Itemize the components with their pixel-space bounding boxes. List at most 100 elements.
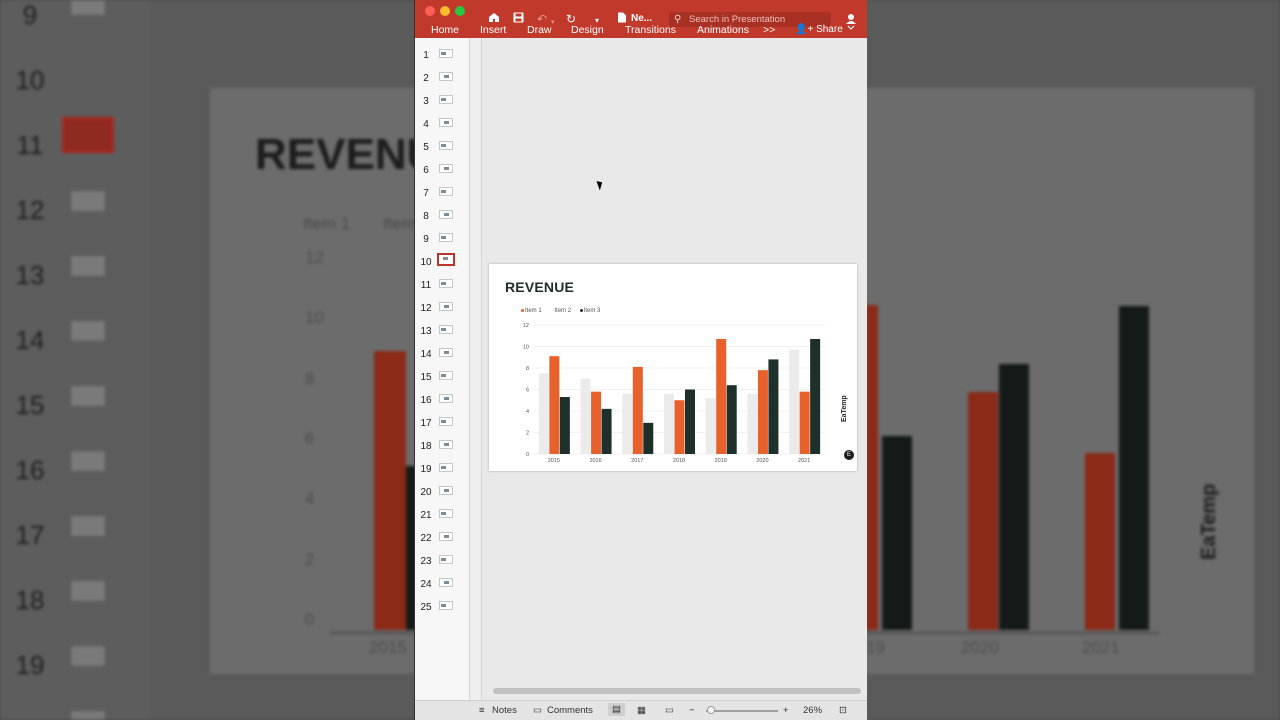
slide-thumbnail[interactable]: 25 [415, 596, 470, 619]
close-window-button[interactable] [425, 6, 435, 16]
slide-thumbnail[interactable]: 15 [415, 366, 470, 389]
notes-icon[interactable]: ≡ [479, 705, 485, 716]
slide-thumbnail[interactable]: 23 [415, 550, 470, 573]
normal-view-icon[interactable]: ▤ [608, 703, 625, 716]
tab-insert[interactable]: Insert [480, 24, 506, 36]
bar-item-3-2020[interactable] [768, 359, 779, 454]
revenue-bar-chart[interactable]: 0 2 4 6 8 10 12 2015 2016 2017 2018 2019 2020 2021 [489, 264, 857, 471]
slide-thumbnail-image[interactable] [439, 371, 453, 380]
tab-design[interactable]: Design [571, 24, 604, 36]
slide-thumbnail-image[interactable] [439, 394, 453, 403]
collaborate-icon[interactable] [845, 13, 857, 33]
slide-thumbnail-image[interactable] [439, 95, 453, 104]
tab-home[interactable]: Home [431, 24, 459, 36]
bar-item-1-2021[interactable] [789, 349, 800, 454]
slide-thumbnail-image[interactable] [439, 72, 453, 81]
comments-button[interactable]: Comments [547, 705, 593, 716]
slide-thumbnail-pane[interactable]: 1 2 3 4 5 6 7 8 9 10 11 12 13 14 15 16 17 18 19 20 21 22 23 24 2… [415, 38, 470, 700]
slide-thumbnail-image[interactable] [439, 578, 453, 587]
slide-thumbnail-image[interactable] [439, 49, 453, 58]
slide-thumbnail[interactable]: 6 [415, 159, 470, 182]
tab-draw[interactable]: Draw [527, 24, 552, 36]
slide-thumbnail[interactable]: 14 [415, 343, 470, 366]
slide-thumbnail-image[interactable] [439, 348, 453, 357]
more-tabs-button[interactable]: >> [763, 24, 775, 36]
current-slide[interactable]: REVENUE Item 1 Item 2 Item 3 0 2 4 6 8 10 12 20… [489, 264, 857, 471]
slide-thumbnail[interactable]: 5 [415, 136, 470, 159]
slide-thumbnail[interactable]: 18 [415, 435, 470, 458]
bar-item-1-2018[interactable] [664, 393, 674, 454]
slide-thumbnail-image[interactable] [439, 118, 453, 127]
slide-thumbnail[interactable]: 9 [415, 228, 470, 251]
bar-item-3-2018[interactable] [685, 389, 695, 455]
bar-item-2-2015[interactable] [549, 356, 560, 454]
fit-to-window-icon[interactable]: ⊡ [839, 705, 847, 716]
slide-thumbnail[interactable]: 1 [415, 44, 470, 67]
slide-thumbnail-image[interactable] [439, 532, 453, 541]
slide-thumbnail[interactable]: 2 [415, 67, 470, 90]
comments-icon[interactable]: ▭ [533, 705, 542, 716]
tab-animations[interactable]: Animations [697, 24, 749, 36]
slide-thumbnail[interactable]: 7 [415, 182, 470, 205]
tab-transitions[interactable]: Transitions [625, 24, 676, 36]
slide-thumbnail[interactable]: 17 [415, 412, 470, 435]
slide-thumbnail-image[interactable] [439, 233, 453, 242]
notes-button[interactable]: Notes [492, 705, 517, 716]
bar-item-2-2017[interactable] [632, 366, 643, 454]
bar-item-1-2015[interactable] [538, 373, 549, 454]
slide-thumbnail[interactable]: 11 [415, 274, 470, 297]
slide-thumbnail[interactable]: 21 [415, 504, 470, 527]
bar-item-1-2016[interactable] [580, 378, 591, 454]
slide-thumbnail-image[interactable] [439, 279, 453, 288]
bar-item-2-2016[interactable] [591, 391, 602, 454]
slide-thumbnail[interactable]: 22 [415, 527, 470, 550]
slide-thumbnail[interactable]: 3 [415, 90, 470, 113]
presenter-view-icon[interactable]: ▭ [665, 705, 674, 716]
slide-thumbnail-image[interactable] [439, 187, 453, 196]
slide-thumbnail-image[interactable] [439, 417, 453, 426]
bar-item-2-2020[interactable] [757, 370, 768, 454]
bar-item-3-2015[interactable] [559, 397, 570, 454]
slide-sorter-icon[interactable]: ▦ [637, 705, 646, 716]
bar-item-2-2018[interactable] [674, 400, 685, 454]
slide-thumbnail-image[interactable] [439, 555, 453, 564]
bar-item-3-2019[interactable] [726, 385, 737, 454]
slide-thumbnail-image[interactable] [439, 509, 453, 518]
bar-item-3-2016[interactable] [601, 408, 612, 454]
bar-item-1-2020[interactable] [747, 393, 758, 454]
zoom-out-button[interactable]: − [689, 705, 695, 716]
bar-item-3-2017[interactable] [643, 422, 654, 454]
slide-thumbnail[interactable]: 10 [415, 251, 470, 274]
pane-divider[interactable] [470, 38, 482, 700]
slide-thumbnail-image[interactable] [439, 325, 453, 334]
share-button[interactable]: 👤+ Share [795, 24, 843, 36]
slide-thumbnail[interactable]: 8 [415, 205, 470, 228]
slide-thumbnail-image[interactable] [439, 302, 453, 311]
zoom-window-button[interactable] [455, 6, 465, 16]
slide-thumbnail-image[interactable] [439, 164, 453, 173]
slide-thumbnail-image[interactable] [439, 210, 453, 219]
bar-item-3-2021[interactable] [810, 338, 821, 454]
slide-thumbnail[interactable]: 4 [415, 113, 470, 136]
slide-thumbnail-image[interactable] [439, 601, 453, 610]
bar-item-1-2019[interactable] [705, 398, 716, 454]
horizontal-scrollbar[interactable] [493, 688, 861, 694]
slide-thumbnail[interactable]: 24 [415, 573, 470, 596]
zoom-slider-thumb[interactable] [707, 706, 715, 714]
slide-thumbnail-image[interactable] [439, 463, 453, 472]
zoom-level[interactable]: 26% [803, 705, 822, 716]
bar-item-1-2017[interactable] [622, 393, 633, 454]
slide-thumbnail[interactable]: 16 [415, 389, 470, 412]
zoom-in-button[interactable]: + [783, 705, 789, 716]
slide-thumbnail-image[interactable] [439, 141, 453, 150]
slide-thumbnail-image[interactable] [439, 440, 453, 449]
slide-thumbnail[interactable]: 12 [415, 297, 470, 320]
slide-thumbnail-image[interactable] [439, 486, 453, 495]
bar-item-2-2019[interactable] [716, 338, 727, 454]
slide-thumbnail[interactable]: 20 [415, 481, 470, 504]
zoom-slider-track[interactable] [706, 710, 778, 712]
slide-thumbnail-image[interactable] [437, 253, 455, 266]
save-icon[interactable] [513, 12, 524, 26]
slide-thumbnail[interactable]: 19 [415, 458, 470, 481]
bar-item-2-2021[interactable] [799, 391, 810, 454]
